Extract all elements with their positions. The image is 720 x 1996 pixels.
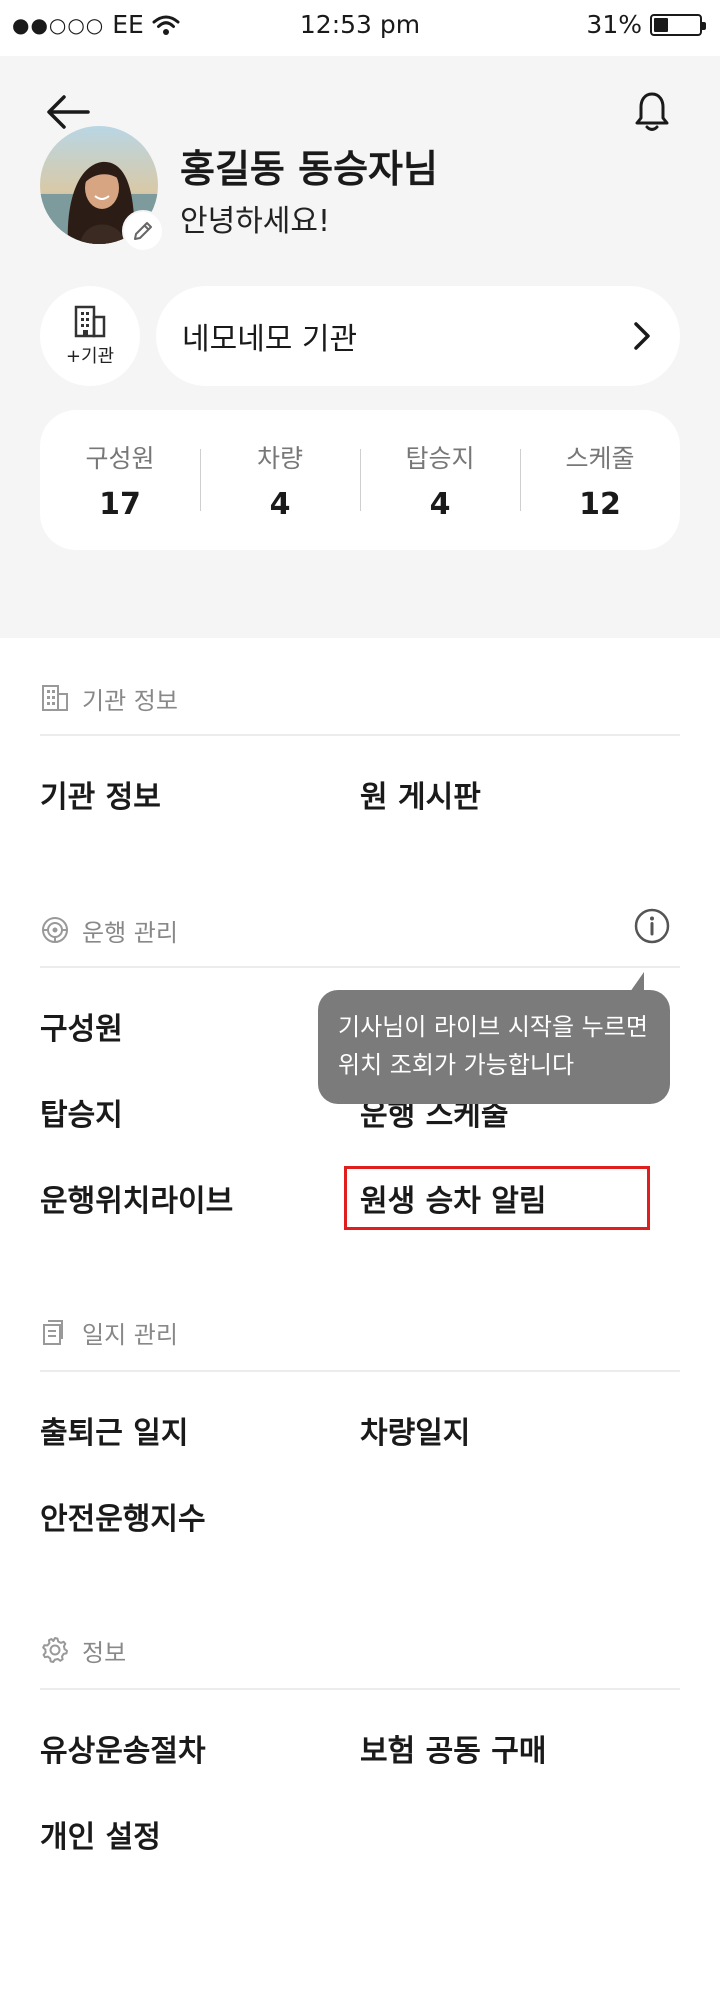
menu-commute-log[interactable]: 출퇴근 일지 — [40, 1408, 188, 1452]
gear-icon — [42, 1637, 68, 1663]
section-title: 운행 관리 — [82, 918, 178, 947]
status-right: 31% — [586, 10, 706, 39]
section-info: 정보 — [40, 1628, 680, 1672]
divider — [40, 734, 680, 736]
menu-personal-settings[interactable]: 개인 설정 — [40, 1812, 161, 1856]
section-org-info: 기관 정보 — [40, 676, 680, 720]
status-bar: ●●○○○ EE 12:53 pm 31% — [0, 0, 720, 56]
pencil-icon — [134, 222, 152, 240]
stat-label: 구성원 — [85, 443, 155, 473]
section-title: 정보 — [82, 1638, 127, 1667]
bell-icon — [635, 92, 669, 131]
stat-members[interactable]: 구성원 17 — [40, 439, 200, 522]
add-organization-label: +기관 — [65, 346, 115, 367]
menu-bulletin-board[interactable]: 원 게시판 — [360, 772, 481, 816]
arrow-left-icon — [47, 95, 90, 129]
section-title: 일지 관리 — [82, 1320, 178, 1349]
organization-name: 네모네모 기관 — [182, 322, 358, 357]
tooltip: 기사님이 라이브 시작을 누르면 위치 조회가 가능합니다 — [318, 972, 670, 1104]
stat-vehicles[interactable]: 차량 4 — [200, 439, 360, 522]
menu-org-info[interactable]: 기관 정보 — [40, 772, 161, 816]
menu-paid-transport-procedure[interactable]: 유상운송절차 — [40, 1726, 206, 1770]
menu-vehicle-log[interactable]: 차량일지 — [360, 1408, 470, 1452]
stat-label: 탑승지 — [405, 443, 475, 473]
building-icon — [74, 305, 106, 338]
menu-members[interactable]: 구성원 — [40, 1004, 123, 1048]
divider — [40, 1370, 680, 1372]
stat-value: 4 — [269, 486, 291, 522]
copy-document-icon — [43, 1320, 63, 1345]
menu-stops[interactable]: 탑승지 — [40, 1090, 123, 1134]
info-icon[interactable] — [630, 904, 674, 948]
greeting-text: 안녕하세요! — [180, 204, 331, 239]
section-log: 일지 관리 — [40, 1310, 680, 1354]
stat-value: 17 — [99, 486, 141, 522]
menu-live-location[interactable]: 운행위치라이브 — [40, 1176, 233, 1220]
menu-group-insurance[interactable]: 보험 공동 구매 — [360, 1726, 547, 1770]
battery-fill — [654, 17, 668, 32]
battery-icon — [650, 13, 706, 36]
building-icon — [42, 685, 68, 711]
tooltip-line: 기사님이 라이브 시작을 누르면 — [338, 1013, 648, 1041]
stat-schedules[interactable]: 스케줄 12 — [520, 439, 680, 522]
divider — [40, 966, 680, 968]
stat-label: 차량 — [256, 443, 303, 473]
edit-profile-button[interactable] — [122, 210, 164, 252]
steering-wheel-icon — [42, 917, 68, 943]
chevron-right-icon — [634, 322, 650, 350]
stat-value: 4 — [429, 486, 451, 522]
organization-selector[interactable]: 네모네모 기관 — [156, 286, 680, 386]
notification-button[interactable] — [624, 84, 680, 140]
tooltip-line: 위치 조회가 가능합니다 — [338, 1051, 575, 1079]
stat-label: 스케줄 — [565, 443, 635, 473]
section-operation: 운행 관리 — [40, 908, 680, 952]
stat-value: 12 — [579, 486, 621, 522]
section-title: 기관 정보 — [82, 686, 178, 715]
stats-card: 구성원 17 차량 4 탑승지 4 스케줄 12 — [40, 410, 680, 550]
highlight-box — [344, 1166, 650, 1230]
menu-safe-driving-index[interactable]: 안전운행지수 — [40, 1494, 206, 1538]
add-organization-button[interactable]: +기관 — [40, 286, 140, 386]
battery-percent: 31% — [586, 10, 642, 39]
stat-stops[interactable]: 탑승지 4 — [360, 439, 520, 522]
user-name: 홍길동 동승자님 — [180, 147, 438, 191]
divider — [40, 1688, 680, 1690]
